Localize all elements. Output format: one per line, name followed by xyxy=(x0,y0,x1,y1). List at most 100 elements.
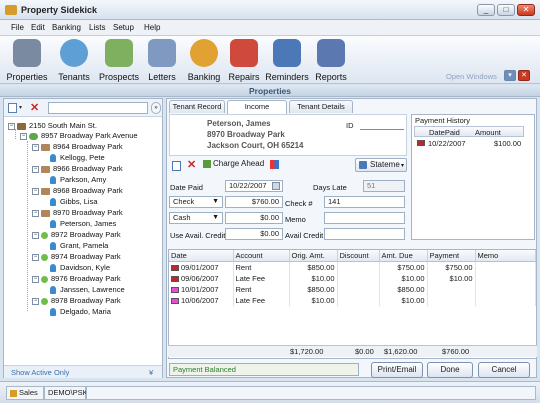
tree-toolbar: ▾ ✕ » xyxy=(4,99,162,117)
menu-lists[interactable]: Lists xyxy=(89,23,105,32)
menu-help[interactable]: Help xyxy=(144,23,160,32)
toolbar-banking-button[interactable]: Banking xyxy=(186,38,222,82)
payment-history-row[interactable]: 10/22/2007 $100.00 xyxy=(414,138,524,149)
maximize-button[interactable]: □ xyxy=(497,4,515,16)
unit-icon xyxy=(41,187,50,195)
tree-item-unit[interactable]: −8974 Broadway Park xyxy=(32,252,121,261)
reminders-icon xyxy=(273,39,301,67)
reports-icon xyxy=(317,39,345,67)
tab-income[interactable]: Income xyxy=(227,100,287,114)
check-amount-field[interactable]: $760.00 xyxy=(225,196,283,208)
dropdown-arrow-icon[interactable]: ▾ xyxy=(19,104,22,111)
menu-banking[interactable]: Banking xyxy=(52,23,81,32)
tree-item-unit[interactable]: −8966 Broadway Park xyxy=(32,164,123,173)
flag-icon xyxy=(171,286,179,293)
tree-item-property[interactable]: −8957 Broadway Park Avenue xyxy=(20,131,138,140)
cancel-button[interactable]: Cancel xyxy=(478,362,530,378)
use-avail-credit-field[interactable]: $0.00 xyxy=(225,228,283,240)
tree-item-root[interactable]: −2150 South Main St. xyxy=(8,121,97,130)
charge-ahead-button[interactable]: Charge Ahead xyxy=(203,159,264,168)
flag-icon xyxy=(171,297,179,304)
tab-tenant-details[interactable]: Tenant Details xyxy=(289,100,353,113)
payment-history-title: Payment History xyxy=(415,116,471,125)
tree-item-tenant[interactable]: Davidson, Kyle xyxy=(50,263,110,273)
done-button[interactable]: Done xyxy=(427,362,473,378)
person-icon xyxy=(50,242,56,251)
table-row[interactable]: 09/06/2007 Late Fee $10.00 $10.00 $10.00 xyxy=(169,272,536,284)
tree-item-tenant[interactable]: Gibbs, Lisa xyxy=(50,197,98,207)
new-document-icon[interactable] xyxy=(8,103,17,113)
payment-method-1-select[interactable]: Check ▼ xyxy=(169,196,223,208)
section-header: Properties xyxy=(0,85,540,97)
tree-item-tenant[interactable]: Delgado, Maria xyxy=(50,307,111,317)
flag-icon xyxy=(171,275,179,282)
id-label: ID xyxy=(346,121,354,130)
tenant-address-line2: Jackson Court, OH 65214 xyxy=(207,141,304,150)
delete-icon[interactable]: ✕ xyxy=(30,101,39,114)
minimize-button[interactable]: _ xyxy=(477,4,495,16)
table-row[interactable]: 10/06/2007 Late Fee $10.00 $10.00 xyxy=(169,294,536,306)
key-icon xyxy=(10,389,17,397)
tree-item-tenant[interactable]: Grant, Pamela xyxy=(50,241,108,251)
date-paid-field[interactable]: 10/22/2007 xyxy=(225,180,283,192)
color-grid-icon[interactable] xyxy=(270,160,279,169)
chevron-down-icon[interactable]: ¥ xyxy=(149,368,153,377)
unit-icon xyxy=(41,165,50,173)
tree-item-tenant[interactable]: Parkson, Amy xyxy=(50,175,106,185)
person-icon xyxy=(50,220,56,229)
menu-file[interactable]: File xyxy=(11,23,24,32)
statement-button[interactable]: Stateme ▾ xyxy=(355,158,407,172)
tab-tenant-record[interactable]: Tenant Record xyxy=(169,100,225,113)
calendar-icon[interactable] xyxy=(272,182,280,190)
cash-amount-field[interactable]: $0.00 xyxy=(225,212,283,224)
menu-bar: File Edit Banking Lists Setup Help xyxy=(0,20,540,36)
statement-icon xyxy=(359,161,367,169)
toolbar-properties-button[interactable]: Properties xyxy=(5,38,49,82)
save-icon[interactable] xyxy=(172,161,181,171)
memo-field[interactable] xyxy=(324,212,405,224)
tree-item-unit[interactable]: −8976 Broadway Park xyxy=(32,274,121,283)
delete-icon[interactable]: ✕ xyxy=(187,158,196,171)
menu-setup[interactable]: Setup xyxy=(113,23,134,32)
payment-method-2-select[interactable]: Cash ▼ xyxy=(169,212,223,224)
toolbar-prospects-button[interactable]: Prospects xyxy=(97,38,141,82)
tree-item-tenant[interactable]: Peterson, James xyxy=(50,219,116,229)
tree-item-unit[interactable]: −8970 Broadway Park xyxy=(32,208,123,217)
tree-item-unit[interactable]: −8964 Broadway Park xyxy=(32,142,123,151)
tenants-icon xyxy=(60,39,88,67)
property-icon xyxy=(29,132,38,140)
toolbar-repairs-button[interactable]: Repairs xyxy=(226,38,262,82)
toolbar-reminders-button[interactable]: Reminders xyxy=(264,38,310,82)
check-number-field[interactable]: 141 xyxy=(324,196,405,208)
tree-search-input[interactable] xyxy=(48,102,148,114)
person-icon xyxy=(50,308,56,317)
tree-item-unit[interactable]: −8972 Broadway Park xyxy=(32,230,121,239)
toolbar-tenants-button[interactable]: Tenants xyxy=(54,38,94,82)
toolbar-reports-button[interactable]: Reports xyxy=(313,38,349,82)
print-email-button[interactable]: Print/Email xyxy=(371,362,423,378)
tree-item-unit[interactable]: −8978 Broadway Park xyxy=(32,296,121,305)
show-active-only-link[interactable]: Show Active Only xyxy=(11,368,69,377)
chevron-down-icon: ▼ xyxy=(212,214,219,221)
tree-item-tenant[interactable]: Janssen, Lawrence xyxy=(50,285,125,295)
menu-edit[interactable]: Edit xyxy=(31,23,45,32)
expand-icon[interactable]: » xyxy=(151,102,161,114)
chevron-down-icon[interactable]: ▾ xyxy=(504,70,516,81)
tree-item-unit[interactable]: −8968 Broadway Park xyxy=(32,186,123,195)
payment-history-header: DatePaid Amount xyxy=(414,126,524,137)
table-row[interactable]: 10/01/2007 Rent $850.00 $850.00 xyxy=(169,283,536,295)
app-icon xyxy=(5,5,17,15)
table-row[interactable]: 09/01/2007 Rent $850.00 $750.00 $750.00 xyxy=(169,261,536,273)
charges-totals-row: $1,720.00 $0.00 $1,620.00 $760.00 xyxy=(168,345,537,357)
prospects-icon xyxy=(105,39,133,67)
person-icon xyxy=(50,176,56,185)
toolbar-letters-button[interactable]: Letters xyxy=(145,38,179,82)
open-windows-label[interactable]: Open Windows xyxy=(446,72,497,81)
close-icon[interactable]: ✕ xyxy=(518,70,530,81)
date-paid-label: Date Paid xyxy=(170,183,203,192)
properties-icon xyxy=(13,39,41,67)
status-sales[interactable]: Sales xyxy=(6,386,44,400)
tree-item-tenant[interactable]: Kellogg, Pete xyxy=(50,153,105,163)
person-icon xyxy=(50,154,56,163)
close-button[interactable]: ✕ xyxy=(517,4,535,16)
